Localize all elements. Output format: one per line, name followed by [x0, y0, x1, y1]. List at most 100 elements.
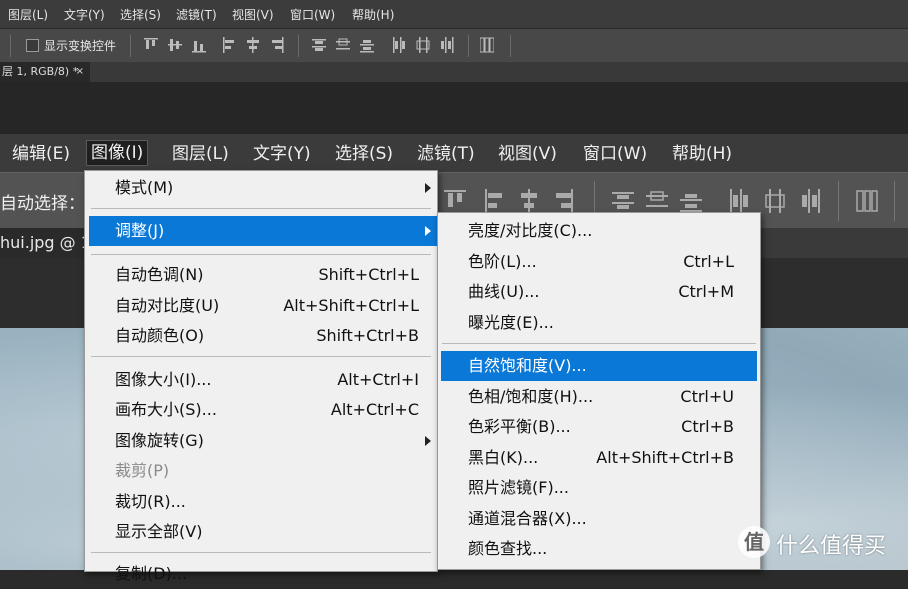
- back-options-bar: 显示变换控件: [0, 29, 908, 63]
- watermark: 值 什么值得买: [738, 524, 898, 560]
- adjust-item-color-lookup[interactable]: 颜色查找...: [468, 534, 734, 564]
- front-menubar: 编辑(E) 图像(I) 图层(L) 文字(Y) 选择(S) 滤镜(T) 视图(V…: [0, 134, 908, 172]
- adjust-item-black-white[interactable]: 黑白(K)... Alt+Shift+Ctrl+B: [468, 443, 734, 473]
- menu-item-shortcut: Alt+Shift+Ctrl+B: [596, 448, 734, 467]
- menu-item-label: 色相/饱和度(H)...: [468, 387, 594, 406]
- divider: [298, 35, 299, 57]
- menu-item-reveal-all[interactable]: 显示全部(V): [115, 517, 415, 547]
- align-top-icon[interactable]: [444, 189, 466, 213]
- adjust-item-brightness-contrast[interactable]: 亮度/对比度(C)...: [468, 216, 734, 246]
- menu-item-image-rotation[interactable]: 图像旋转(G): [115, 426, 415, 456]
- back-menubar: 图层(L) 文字(Y) 选择(S) 滤镜(T) 视图(V) 窗口(W) 帮助(H…: [0, 0, 908, 29]
- menu-image[interactable]: 图像(I): [86, 140, 149, 166]
- menu-item-label: 自动颜色(O): [115, 326, 205, 345]
- menu-item-auto-color[interactable]: 自动颜色(O) Shift+Ctrl+B: [115, 321, 419, 351]
- menu-item-label: 图像旋转(G): [115, 431, 204, 450]
- menu-item-crop: 裁剪(P): [115, 456, 415, 486]
- adjust-item-hue-saturation[interactable]: 色相/饱和度(H)... Ctrl+U: [468, 382, 734, 412]
- menu-item-shortcut: Shift+Ctrl+L: [318, 265, 419, 284]
- menu-edit[interactable]: 编辑(E): [8, 142, 74, 166]
- menu-item-label: 显示全部(V): [115, 522, 203, 541]
- back-doc-tab-title: 层 1, RGB/8) *: [2, 65, 79, 78]
- align-left-icon[interactable]: [484, 189, 506, 213]
- distribute-left-icon[interactable]: [728, 189, 750, 213]
- watermark-logo-icon: 值: [738, 526, 770, 558]
- menu-item-label: 裁剪(P): [115, 461, 170, 480]
- adjust-item-channel-mixer[interactable]: 通道混合器(X)...: [468, 504, 734, 534]
- menu-item-shortcut: Ctrl+L: [683, 252, 734, 271]
- menu-item-adjust[interactable]: 调整(J): [115, 216, 415, 246]
- menu-item-auto-tone[interactable]: 自动色调(N) Shift+Ctrl+L: [115, 260, 419, 290]
- back-doc-tab[interactable]: 层 1, RGB/8) * ×: [0, 62, 90, 82]
- menu-layer[interactable]: 图层(L): [168, 142, 233, 166]
- divider: [894, 181, 895, 221]
- adjustments-submenu: 亮度/对比度(C)... 色阶(L)... Ctrl+L 曲线(U)... Ct…: [437, 212, 761, 570]
- align-right-icon[interactable]: [552, 189, 574, 213]
- divider: [468, 35, 469, 57]
- menu-item-auto-contrast[interactable]: 自动对比度(U) Alt+Shift+Ctrl+L: [115, 291, 419, 321]
- distribute-right-icon[interactable]: [800, 189, 822, 213]
- align-hcenter-icon[interactable]: [246, 37, 260, 53]
- distribute-bottom-icon[interactable]: [680, 189, 702, 213]
- menu-item-label: 调整(J): [115, 221, 165, 240]
- distribute-top-icon[interactable]: [312, 37, 326, 53]
- align-vcenter-icon[interactable]: [168, 37, 182, 53]
- auto-select-label: 自动选择：: [0, 194, 85, 214]
- close-icon[interactable]: ×: [76, 62, 84, 82]
- menu-item-label: 图像大小(I)...: [115, 370, 212, 389]
- submenu-arrow-icon: [425, 436, 431, 446]
- menu-view[interactable]: 视图(V): [494, 142, 561, 166]
- adjust-item-curves[interactable]: 曲线(U)... Ctrl+M: [468, 277, 734, 307]
- menu-item-image-size[interactable]: 图像大小(I)... Alt+Ctrl+I: [115, 365, 419, 395]
- back-menu-layer[interactable]: 图层(L): [8, 6, 48, 23]
- distribute-top-icon[interactable]: [612, 189, 634, 213]
- distribute-right-icon[interactable]: [440, 37, 454, 53]
- distribute-vcenter-icon[interactable]: [336, 37, 350, 53]
- menu-item-label: 亮度/对比度(C)...: [468, 221, 593, 240]
- menu-item-shortcut: Ctrl+B: [681, 417, 734, 436]
- divider: [838, 181, 839, 221]
- align-right-icon[interactable]: [270, 37, 284, 53]
- back-menu-help[interactable]: 帮助(H): [352, 6, 394, 23]
- back-menu-window[interactable]: 窗口(W): [290, 6, 335, 23]
- distribute-left-icon[interactable]: [392, 37, 406, 53]
- back-menu-filter[interactable]: 滤镜(T): [176, 6, 217, 23]
- auto-align-icon[interactable]: [480, 37, 494, 53]
- adjust-item-exposure[interactable]: 曝光度(E)...: [468, 308, 734, 338]
- menu-select[interactable]: 选择(S): [331, 142, 397, 166]
- align-top-icon[interactable]: [144, 37, 158, 53]
- back-menu-select[interactable]: 选择(S): [120, 6, 161, 23]
- align-bottom-icon[interactable]: [192, 37, 206, 53]
- menu-type[interactable]: 文字(Y): [249, 142, 315, 166]
- watermark-badge-text: 值: [744, 530, 764, 554]
- adjust-item-levels[interactable]: 色阶(L)... Ctrl+L: [468, 247, 734, 277]
- adjust-item-color-balance[interactable]: 色彩平衡(B)... Ctrl+B: [468, 412, 734, 442]
- align-hcenter-icon[interactable]: [518, 189, 540, 213]
- back-menu-view[interactable]: 视图(V): [232, 6, 274, 23]
- watermark-text: 什么值得买: [776, 534, 887, 559]
- front-doc-tab[interactable]: hui.jpg @ 1: [0, 228, 96, 258]
- menu-window[interactable]: 窗口(W): [579, 142, 651, 166]
- menu-item-trim[interactable]: 裁切(R)...: [115, 487, 415, 517]
- show-transform-checkbox[interactable]: [26, 39, 39, 52]
- distribute-vcenter-icon[interactable]: [646, 189, 668, 213]
- adjust-item-vibrance[interactable]: 自然饱和度(V)...: [468, 351, 734, 381]
- distribute-hcenter-icon[interactable]: [416, 37, 430, 53]
- menu-item-label: 黑白(K)...: [468, 448, 539, 467]
- menu-filter[interactable]: 滤镜(T): [413, 142, 479, 166]
- menu-item-duplicate[interactable]: 复制(D)...: [115, 559, 415, 589]
- back-canvas: [0, 82, 908, 134]
- align-left-icon[interactable]: [222, 37, 236, 53]
- divider: [510, 35, 511, 57]
- menu-separator: [91, 356, 431, 357]
- distribute-bottom-icon[interactable]: [360, 37, 374, 53]
- menu-item-label: 裁切(R)...: [115, 492, 186, 511]
- back-menu-type[interactable]: 文字(Y): [64, 6, 105, 23]
- menu-item-mode[interactable]: 模式(M): [115, 173, 415, 203]
- menu-item-canvas-size[interactable]: 画布大小(S)... Alt+Ctrl+C: [115, 395, 419, 425]
- distribute-hcenter-icon[interactable]: [764, 189, 786, 213]
- adjust-item-photo-filter[interactable]: 照片滤镜(F)...: [468, 473, 734, 503]
- auto-align-icon[interactable]: [856, 189, 878, 213]
- menu-help[interactable]: 帮助(H): [668, 142, 736, 166]
- menu-separator: [442, 343, 756, 344]
